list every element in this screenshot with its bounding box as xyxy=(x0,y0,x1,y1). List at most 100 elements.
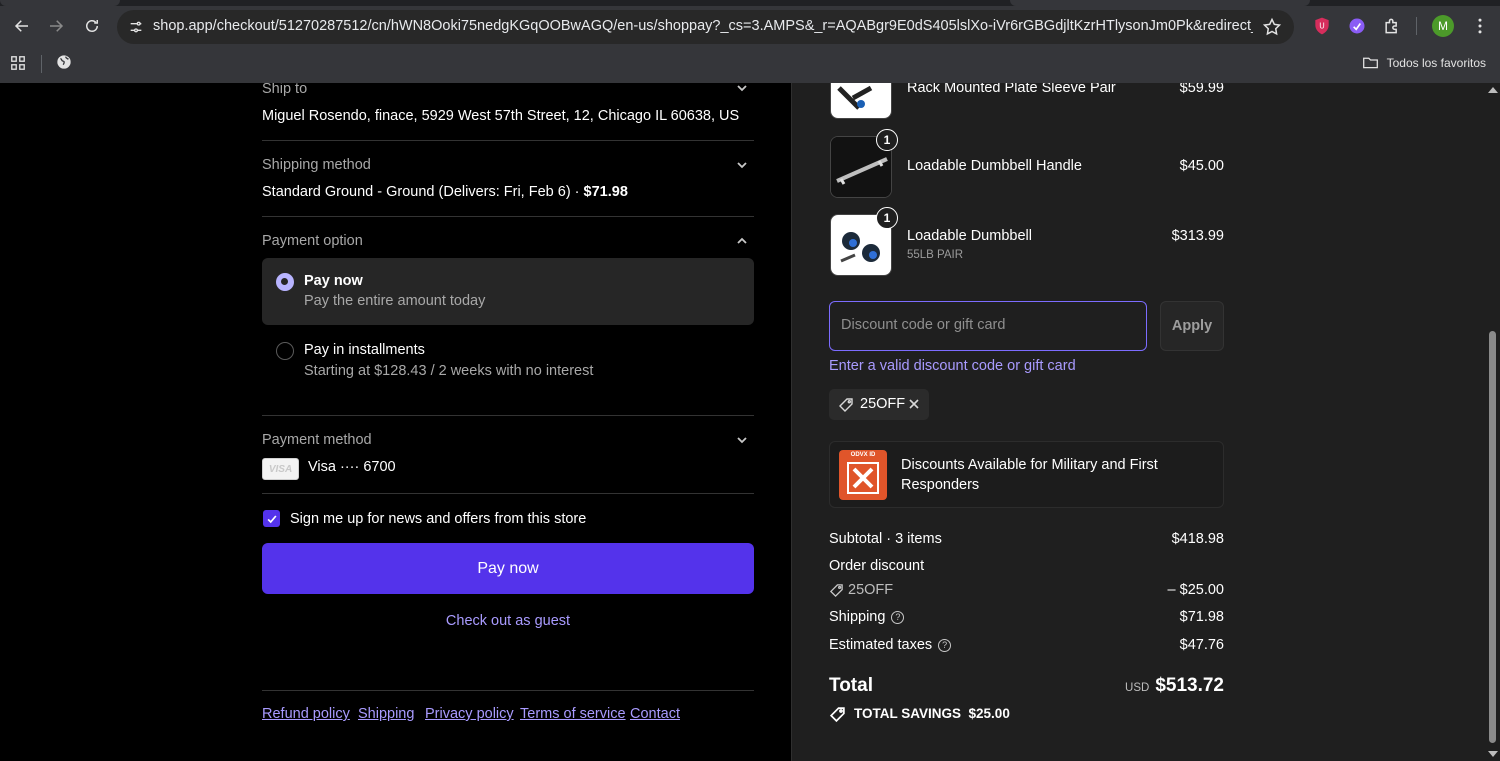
folder-icon xyxy=(1362,57,1378,69)
item-variant: 55LB PAIR xyxy=(907,249,964,261)
item-name: Rack Mounted Plate Sleeve Pair xyxy=(907,83,1116,96)
military-discount-banner[interactable]: ODVX ID Discounts Available for Military… xyxy=(829,441,1224,508)
apps-grid-icon[interactable] xyxy=(10,55,28,73)
bookmarks-bar: Todos los favoritos xyxy=(0,50,1500,83)
card-text: Visa ···· 6700 xyxy=(308,459,396,475)
globe-icon[interactable] xyxy=(56,54,74,72)
applied-discount-chip: 25OFF xyxy=(829,389,929,420)
item-price: $59.99 xyxy=(1179,83,1224,96)
pay-now-option[interactable] xyxy=(262,258,754,325)
item-price: $45.00 xyxy=(1179,158,1224,174)
privacy-policy-link[interactable]: Privacy policy xyxy=(425,706,514,722)
total-label: Total xyxy=(829,675,873,696)
order-discount-label: Order discount xyxy=(829,558,925,574)
chevron-down-icon[interactable] xyxy=(735,158,749,172)
currency-label: USD xyxy=(1125,682,1150,694)
savings-label: TOTAL SAVINGS xyxy=(854,706,962,721)
ship-to-label: Ship to xyxy=(262,83,308,97)
divider xyxy=(262,690,754,691)
taxes-value: $47.76 xyxy=(1179,637,1224,653)
shipping-value: $71.98 xyxy=(1179,609,1224,625)
refund-policy-link[interactable]: Refund policy xyxy=(262,706,350,722)
scroll-down-arrow[interactable] xyxy=(1488,751,1498,757)
subtotal-value: $418.98 xyxy=(1171,531,1224,547)
bookmark-separator xyxy=(41,55,42,73)
divider xyxy=(262,415,754,416)
reload-button[interactable] xyxy=(78,12,106,40)
shipping-row: Shipping? xyxy=(829,609,905,625)
divider xyxy=(262,493,754,494)
forward-button[interactable] xyxy=(42,12,70,40)
divider xyxy=(262,216,754,217)
contact-link[interactable]: Contact xyxy=(630,706,680,722)
newsletter-checkbox[interactable] xyxy=(263,510,280,527)
shipping-link[interactable]: Shipping xyxy=(358,706,414,722)
subtotal-label: Subtotal · 3 items xyxy=(829,531,942,547)
apply-discount-button[interactable]: Apply xyxy=(1160,301,1224,351)
payment-option-label: Payment option xyxy=(262,233,363,249)
site-settings-icon[interactable] xyxy=(125,16,147,38)
installments-title[interactable]: Pay in installments xyxy=(304,342,425,358)
item-price: $313.99 xyxy=(1171,228,1224,244)
svg-text:U: U xyxy=(1319,22,1325,31)
quantity-badge: 1 xyxy=(876,129,898,151)
arrow-right-icon xyxy=(50,20,64,32)
product-image xyxy=(830,83,892,119)
chevron-down-icon[interactable] xyxy=(735,433,749,447)
help-icon[interactable]: ? xyxy=(938,638,952,652)
installments-radio[interactable] xyxy=(276,342,294,360)
tag-icon xyxy=(829,584,843,598)
item-name: Loadable Dumbbell Handle xyxy=(907,158,1082,174)
arrow-left-icon xyxy=(14,20,28,32)
bookmarks-folder-label: Todos los favoritos xyxy=(1386,55,1486,70)
more-menu-icon[interactable] xyxy=(1468,14,1492,38)
page-scrollbar[interactable] xyxy=(1485,83,1500,761)
installments-subtitle: Starting at $128.43 / 2 weeks with no in… xyxy=(304,363,594,379)
applied-discount-code: 25OFF xyxy=(860,396,906,412)
remove-discount-icon[interactable] xyxy=(908,398,920,410)
summary-discount-code: 25OFF xyxy=(848,582,894,598)
tag-icon xyxy=(839,398,853,412)
total-value: $513.72 xyxy=(1155,675,1224,696)
puzzle-extensions-icon[interactable] xyxy=(1380,14,1404,38)
url-text[interactable]: shop.app/checkout/51270287512/cn/hWN8Ook… xyxy=(153,18,1253,34)
toolbar-separator xyxy=(1416,17,1417,35)
payment-method-label: Payment method xyxy=(262,432,372,448)
scroll-up-arrow[interactable] xyxy=(1488,87,1498,93)
divider xyxy=(262,140,754,141)
discount-placeholder: Discount code or gift card xyxy=(841,317,1006,333)
profile-avatar[interactable]: M xyxy=(1432,15,1454,37)
back-button[interactable] xyxy=(8,12,36,40)
discount-error-message: Enter a valid discount code or gift card xyxy=(829,358,1076,374)
odvx-logo: ODVX ID xyxy=(839,450,887,500)
all-bookmarks-folder[interactable]: Todos los favoritos xyxy=(1362,54,1486,71)
order-summary-panel xyxy=(791,83,1500,761)
taxes-label: Estimated taxes xyxy=(829,637,933,653)
checkmark-icon xyxy=(267,514,277,523)
visa-card-icon: VISA xyxy=(262,458,299,480)
extension-icon[interactable] xyxy=(1345,14,1369,38)
total-savings: TOTAL SAVINGS $25.00 xyxy=(854,706,1010,721)
checkout-page: Ship to Miguel Rosendo, finace, 5929 Wes… xyxy=(0,83,1500,761)
reload-icon xyxy=(86,20,98,32)
pay-now-radio[interactable] xyxy=(276,273,294,291)
quantity-badge: 1 xyxy=(876,207,898,229)
terms-of-service-link[interactable]: Terms of service xyxy=(520,706,626,722)
address-bar[interactable]: shop.app/checkout/51270287512/cn/hWN8Ook… xyxy=(117,10,1294,44)
chevron-down-icon[interactable] xyxy=(735,83,749,95)
scrollbar-thumb[interactable] xyxy=(1489,331,1496,743)
promo-text: Discounts Available for Military and Fir… xyxy=(901,457,1158,493)
tag-icon xyxy=(829,707,845,723)
bookmark-star-icon[interactable] xyxy=(1262,17,1282,37)
help-icon[interactable]: ? xyxy=(891,610,905,624)
shipping-label: Shipping xyxy=(829,609,886,625)
shipping-method-label: Shipping method xyxy=(262,157,371,173)
pay-now-button[interactable]: Pay now xyxy=(262,543,754,594)
chevron-up-icon[interactable] xyxy=(735,234,749,248)
newsletter-label[interactable]: Sign me up for news and offers from this… xyxy=(290,511,586,527)
shield-extension-icon[interactable]: U xyxy=(1310,14,1334,38)
shipping-method-value: Standard Ground - Ground (Delivers: Fri,… xyxy=(262,184,628,200)
discount-code-input[interactable]: Discount code or gift card xyxy=(829,301,1147,351)
total-amount: USD $513.72 xyxy=(1125,675,1224,697)
taxes-row: Estimated taxes? xyxy=(829,637,952,653)
